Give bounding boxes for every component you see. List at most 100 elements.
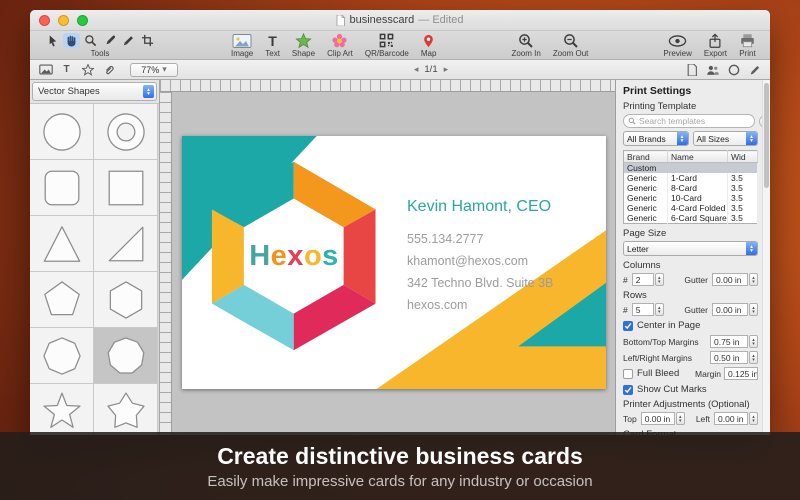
settings-scrollbar[interactable] [762,80,770,435]
export-label: Export [703,49,727,58]
eyedropper-tool-button[interactable] [101,33,118,48]
left-right-margins-field[interactable]: 0.50 in ▴ ▾ [710,351,758,364]
next-page-button[interactable]: ▸ [444,64,449,75]
tools-group: Tools [44,32,156,58]
full-bleed-checkbox[interactable]: Full Bleed [623,368,679,379]
attachment-icon[interactable] [101,63,116,77]
column-header-width[interactable]: Wid [727,150,758,163]
stepper-control[interactable]: ▴ ▾ [654,273,664,286]
title-bar[interactable]: businesscard — Edited [30,10,770,31]
prev-page-button[interactable]: ◂ [414,64,419,75]
zoom-window-button[interactable] [77,15,88,26]
stepper-control[interactable]: ▴ ▾ [749,273,758,286]
checkbox-icon[interactable] [623,368,633,379]
shape-square[interactable] [94,160,158,216]
page-setup-icon[interactable] [684,63,699,77]
pencil-tool-button[interactable] [120,33,137,48]
brand-filter-select[interactable]: All Brands ▴ ▾ [623,131,689,146]
clip-art-button[interactable]: Clip Art [327,32,353,58]
shape-ring[interactable] [94,104,158,160]
zoom-tool-button[interactable] [82,33,99,48]
search-input[interactable] [639,116,750,126]
shape-right-triangle[interactable] [94,216,158,272]
page-indicator: 1/1 [424,64,438,75]
shape-octagon[interactable] [30,328,94,384]
rows-count-field[interactable]: 5 ▴ ▾ [631,303,664,316]
crop-icon [141,34,154,47]
template-row[interactable]: Generic 6-Card Square 3.5 [623,213,758,224]
design-canvas[interactable]: Hexos Kevin Hamont, CEO 555.134.2777 kha… [172,92,615,435]
stepper-control[interactable]: ▴ ▾ [749,351,758,364]
colors-icon[interactable] [726,63,741,77]
columns-count-field[interactable]: 2 ▴ ▾ [631,273,664,286]
template-row[interactable]: Generic 1-Card 3.5 [623,173,758,183]
image-button[interactable]: Image [231,32,253,58]
crop-tool-button[interactable] [139,33,156,48]
stepper-control[interactable]: ▴ ▾ [749,303,758,316]
printer-adjustments-label: Printer Adjustments (Optional) [623,399,750,410]
template-search-field[interactable] [623,114,755,128]
print-button[interactable]: Print [739,32,756,58]
clip-art-label: Clip Art [327,49,353,58]
checkbox-icon[interactable] [623,320,633,331]
card-address: 342 Techno Blvd. Suite 3B [407,276,554,290]
shape-star-5-wide[interactable] [94,384,158,435]
template-row[interactable]: Generic 4-Card Folded 3.5 [623,203,758,213]
preview-button[interactable]: Preview [663,32,692,58]
stepper-control[interactable]: ▴ ▾ [749,412,758,425]
adjust-left-field[interactable]: 0.00 in ▴ ▾ [714,412,758,425]
page-size-select[interactable]: Letter ▴ ▾ [623,241,758,256]
template-cell: 3.5 [727,173,758,183]
card-contact-block[interactable]: 555.134.2777 khamont@hexos.com 342 Techn… [407,228,553,316]
stepper-control[interactable]: ▴ ▾ [675,412,685,425]
center-in-page-checkbox[interactable]: Center in Page [623,320,758,331]
scrollbar-thumb[interactable] [764,83,769,188]
map-button[interactable]: Map [421,32,436,58]
zoom-in-button[interactable]: Zoom In [511,32,541,58]
bottom-top-margins-field[interactable]: 0.75 in ▴ ▾ [710,335,758,348]
insert-text-icon[interactable]: T [59,63,74,77]
qr-barcode-button[interactable]: QR/Barcode [365,32,409,58]
insert-shape-icon[interactable] [80,63,95,77]
card-name-text[interactable]: Kevin Hamont, CEO [407,198,551,216]
checkbox-icon[interactable] [623,384,633,395]
insert-image-icon[interactable] [38,63,53,77]
adjust-top-field[interactable]: 0.00 in ▴ ▾ [640,412,685,425]
zoom-out-button[interactable]: Zoom Out [553,32,588,58]
hand-tool-button[interactable] [63,33,80,48]
shapes-category-select[interactable]: Vector Shapes ▴ ▾ [32,82,157,101]
logo-text[interactable]: Hexos [249,240,339,273]
show-cut-marks-checkbox[interactable]: Show Cut Marks [623,384,758,395]
edit-pencil-icon[interactable] [747,63,762,77]
shape-star-5[interactable] [30,384,94,435]
business-card[interactable]: Hexos Kevin Hamont, CEO 555.134.2777 kha… [182,136,606,389]
shape-triangle[interactable] [30,216,94,272]
template-cell: Generic [623,213,668,224]
column-header-brand[interactable]: Brand [623,150,668,163]
text-label: Text [265,49,280,58]
shape-hexagon[interactable] [94,272,158,328]
shape-circle[interactable] [30,104,94,160]
shape-pentagon[interactable] [30,272,94,328]
stepper-control[interactable]: ▴ ▾ [749,335,758,348]
shape-button[interactable]: Shape [292,32,315,58]
rows-gutter-field[interactable]: 0.00 in ▴ ▾ [712,303,758,316]
contacts-icon[interactable] [705,63,720,77]
zoom-level-select[interactable]: 77% ▾ [130,62,178,77]
shape-rounded-square[interactable] [30,160,94,216]
minimize-button[interactable] [58,15,69,26]
template-row[interactable]: Generic 8-Card 3.5 [623,183,758,193]
columns-count-value: 2 [631,273,654,286]
shape-nonagon[interactable] [94,328,158,384]
export-button[interactable]: Export [704,32,727,58]
stepper-control[interactable]: ▴ ▾ [654,303,664,316]
columns-gutter-field[interactable]: 0.00 in ▴ ▾ [712,273,758,286]
text-button[interactable]: T Text [265,32,280,59]
template-row[interactable]: Generic 10-Card 3.5 [623,193,758,203]
select-tool-button[interactable] [44,33,61,48]
size-filter-select[interactable]: All Sizes ▴ ▾ [692,131,758,146]
bleed-margin-field[interactable]: Margin 0.125 in [695,367,758,380]
column-header-name[interactable]: Name [667,150,728,163]
template-group-row[interactable]: Custom [623,162,758,173]
close-button[interactable] [39,15,50,26]
